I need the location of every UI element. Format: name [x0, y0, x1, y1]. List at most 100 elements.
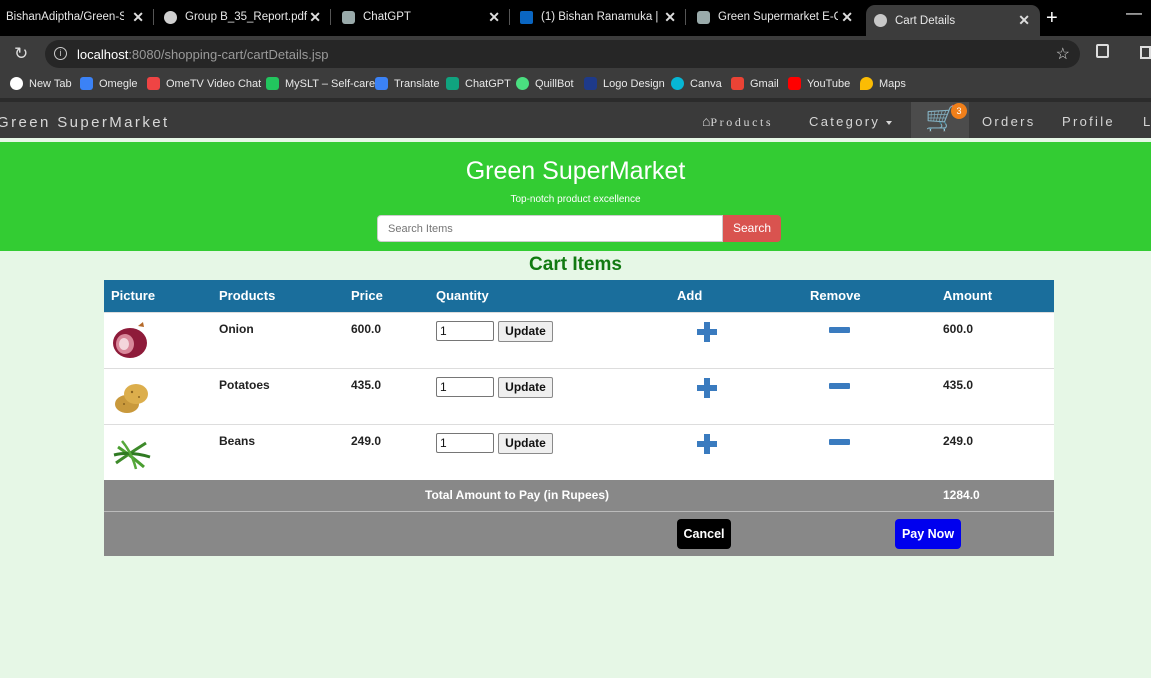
bookmark-label: Translate [394, 77, 440, 90]
site-info-icon[interactable]: i [54, 47, 67, 60]
bookmark-label: Canva [690, 77, 722, 90]
url-bar[interactable]: i localhost:8080/shopping-cart/cartDetai… [45, 40, 1080, 68]
update-button[interactable]: Update [498, 433, 553, 454]
update-button[interactable]: Update [498, 377, 553, 398]
url-text[interactable]: localhost:8080/shopping-cart/cartDetails… [77, 47, 328, 62]
close-icon[interactable]: ✕ [132, 9, 144, 26]
bookmark-item[interactable]: Gmail [731, 77, 779, 90]
site-brand[interactable]: Green SuperMarket [0, 114, 170, 131]
youtube-icon [788, 77, 801, 90]
bookmark-label: QuillBot [535, 77, 574, 90]
bookmark-star-icon[interactable]: ☆ [1056, 44, 1070, 64]
url-host: localhost [77, 47, 129, 62]
quantity-input[interactable] [436, 433, 494, 453]
nav-category-dropdown[interactable]: Category [809, 114, 893, 129]
nav-profile-link[interactable]: Profile [1062, 114, 1115, 129]
quillbot-icon [516, 77, 529, 90]
close-icon[interactable]: ✕ [841, 9, 853, 26]
canva-icon [671, 77, 684, 90]
total-label: Total Amount to Pay (in Rupees) [425, 488, 610, 502]
close-icon[interactable]: ✕ [1018, 12, 1030, 29]
bookmark-item[interactable]: OmeTV Video Chat [147, 77, 261, 90]
close-icon[interactable]: ✕ [309, 9, 321, 26]
reload-icon[interactable]: ↻ [14, 44, 28, 64]
nav-cart-link[interactable]: 🛒 3 [911, 102, 969, 138]
site-navbar: Green SuperMarket ⌂Products Category 🛒 3… [0, 98, 1151, 138]
new-tab-icon [10, 77, 23, 90]
bookmark-label: Omegle [99, 77, 138, 90]
nav-logout-link[interactable]: L [1143, 114, 1151, 129]
tab-title: (1) Bishan Ranamuka | Link [541, 11, 661, 23]
nav-orders-link[interactable]: Orders [982, 114, 1036, 129]
bookmark-label: New Tab [29, 77, 72, 90]
search-button[interactable]: Search [723, 215, 781, 242]
cancel-button[interactable]: Cancel [677, 519, 731, 549]
globe-icon [874, 14, 887, 27]
browser-tab[interactable]: (1) Bishan Ranamuka | Link ✕ [511, 0, 686, 34]
browser-tab[interactable]: Green Supermarket E-Com ✕ [687, 0, 863, 34]
bookmark-label: OmeTV Video Chat [166, 77, 262, 90]
total-amount: 1284.0 [943, 488, 980, 502]
cart-count-badge: 3 [951, 103, 967, 119]
bookmark-item[interactable]: YouTube [788, 77, 850, 90]
search-input[interactable] [377, 215, 723, 242]
new-tab-button[interactable]: + [1046, 7, 1058, 30]
column-header: Add [677, 288, 703, 303]
translate-icon [375, 77, 388, 90]
plus-icon[interactable] [696, 377, 718, 399]
bookmark-item[interactable]: ChatGPT [446, 77, 511, 90]
globe-icon [164, 10, 177, 24]
minus-icon[interactable] [829, 439, 850, 445]
minus-icon[interactable] [829, 327, 850, 333]
myslt-icon [266, 77, 279, 90]
pay-now-button[interactable]: Pay Now [895, 519, 961, 549]
bookmark-item[interactable]: New Tab [10, 77, 72, 90]
bookmark-item[interactable]: Canva [671, 77, 722, 90]
column-header: Remove [810, 288, 861, 303]
bookmark-label: Gmail [750, 77, 779, 90]
browser-tab[interactable]: Group B_35_Report.pdf ✕ [155, 0, 331, 34]
bookmark-item[interactable]: Logo Design [584, 77, 665, 90]
gmail-icon [731, 77, 744, 90]
tab-title: Cart Details [895, 14, 956, 27]
cart-title: Cart Items [529, 254, 622, 275]
logo-design-icon [584, 77, 597, 90]
extensions-icon[interactable] [1096, 44, 1109, 58]
bookmark-item[interactable]: QuillBot [516, 77, 574, 90]
update-button[interactable]: Update [498, 321, 553, 342]
bookmark-item[interactable]: Maps [860, 77, 906, 90]
bookmark-item[interactable]: Omegle [80, 77, 138, 90]
browser-tab[interactable]: ChatGPT ✕ [332, 0, 510, 34]
browser-tab-bar: BishanAdiptha/Green-Supe ✕ Group B_35_Re… [0, 0, 1151, 36]
close-icon[interactable]: ✕ [488, 9, 500, 26]
line-amount: 600.0 [943, 322, 974, 336]
close-icon[interactable]: ✕ [664, 9, 676, 26]
quantity-input[interactable] [436, 377, 494, 397]
url-path: :8080/shopping-cart/cartDetails.jsp [128, 47, 329, 62]
hero-banner: Green SuperMarket Top-notch product exce… [0, 142, 1151, 251]
product-price: 249.0 [351, 434, 382, 448]
browser-tab[interactable]: BishanAdiptha/Green-Supe ✕ [0, 0, 154, 34]
bookmark-label: YouTube [807, 77, 851, 90]
bookmark-item[interactable]: MySLT – Self-care [266, 77, 375, 90]
bookmark-item[interactable]: Translate [375, 77, 439, 90]
plus-icon[interactable] [696, 321, 718, 343]
plus-icon[interactable] [696, 433, 718, 455]
line-amount: 435.0 [943, 378, 974, 392]
minus-icon[interactable] [829, 383, 850, 389]
table-row: Onion 600.0 Update 600.0 [104, 312, 1054, 368]
quantity-input[interactable] [436, 321, 494, 341]
column-header: Price [351, 288, 383, 303]
column-header: Picture [111, 288, 156, 303]
side-panel-icon[interactable] [1140, 46, 1151, 59]
minimize-button[interactable]: — [1126, 5, 1142, 23]
bookmark-label: Logo Design [603, 77, 665, 90]
onion-image [113, 322, 147, 358]
nav-products-link[interactable]: ⌂Products [702, 115, 773, 131]
chatgpt-icon [342, 10, 355, 24]
cart-table: Picture Products Price Quantity Add Remo… [104, 280, 1054, 556]
browser-tab-active[interactable]: Cart Details ✕ [866, 5, 1040, 36]
linkedin-icon [520, 10, 533, 24]
column-header: Products [219, 288, 276, 303]
omegle-icon [80, 77, 93, 90]
